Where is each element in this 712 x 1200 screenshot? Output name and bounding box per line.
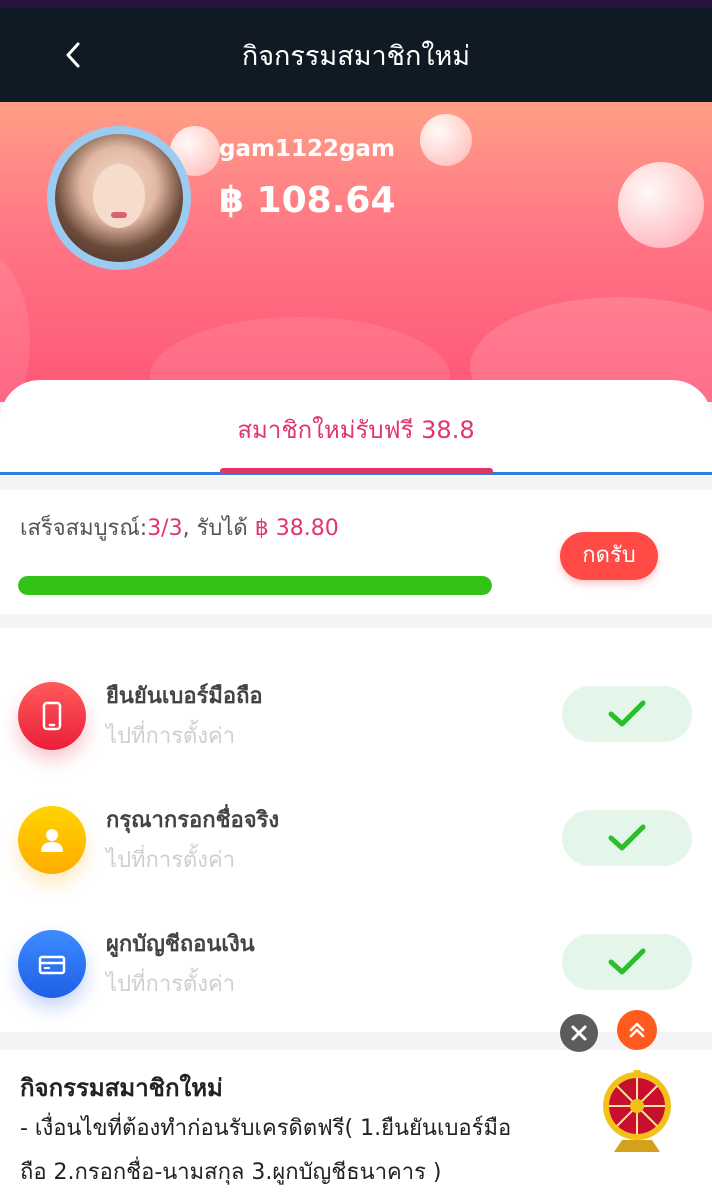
task-status-done[interactable]	[562, 686, 692, 742]
scroll-top-button[interactable]	[617, 1010, 657, 1050]
progress-bar-fill	[18, 576, 492, 595]
task-subtitle[interactable]: ไปที่การตั้งค่า	[106, 842, 235, 877]
task-list: ยืนยันเบอร์มือถือ ไปที่การตั้งค่า กรุณาก…	[0, 628, 712, 1032]
task-item-bind-account[interactable]: ผูกบัญชีถอนเงิน ไปที่การตั้งค่า	[0, 916, 712, 1040]
page-title: กิจกรรมสมาชิกใหม่	[241, 41, 471, 72]
task-status-done[interactable]	[562, 934, 692, 990]
avatar-image	[55, 134, 183, 262]
description-line: ถือ 2.กรอกชื่อ-นามสกุล 3.ผูกบัญชีธนาคาร …	[20, 1160, 442, 1185]
progress-text: เสร็จสมบูรณ์:3/3, รับได้ ฿ 38.80	[20, 516, 339, 541]
user-icon	[18, 806, 86, 874]
check-icon	[608, 948, 646, 975]
check-icon	[608, 824, 646, 851]
progress-bar	[18, 576, 492, 595]
decor-bubble	[420, 114, 472, 166]
progress-card: เสร็จสมบูรณ์:3/3, รับได้ ฿ 38.80 กดรับ	[0, 490, 712, 614]
tab-active-indicator	[220, 468, 493, 474]
close-button[interactable]	[560, 1014, 598, 1052]
task-subtitle[interactable]: ไปที่การตั้งค่า	[106, 966, 235, 1001]
tab-new-member[interactable]: สมาชิกใหม่รับฟรี 38.8	[0, 410, 712, 449]
task-title: ผูกบัญชีถอนเงิน	[106, 932, 255, 957]
task-title: ยืนยันเบอร์มือถือ	[106, 684, 263, 709]
close-icon	[571, 1025, 587, 1041]
avatar[interactable]	[47, 126, 191, 270]
double-chevron-up-icon	[629, 1022, 645, 1038]
description-line: - เงื่อนไขที่ต้องทำก่อนรับเครดิตฟรี( 1.ย…	[20, 1116, 512, 1141]
tab-bar: สมาชิกใหม่รับฟรี 38.8	[0, 380, 712, 476]
status-strip	[0, 0, 712, 8]
task-status-done[interactable]	[562, 810, 692, 866]
progress-count: 3/3	[147, 516, 183, 541]
check-icon	[608, 700, 646, 727]
lucky-wheel-icon	[603, 1069, 671, 1152]
reward-amount: ฿ 38.80	[254, 516, 339, 541]
phone-icon	[18, 682, 86, 750]
nav-bar: กิจกรรมสมาชิกใหม่	[0, 8, 712, 102]
card-icon	[18, 930, 86, 998]
task-subtitle[interactable]: ไปที่การตั้งค่า	[106, 718, 235, 753]
decor-bubble	[618, 162, 704, 248]
task-item-real-name[interactable]: กรุณากรอกชื่อจริง ไปที่การตั้งค่า	[0, 792, 712, 916]
task-title: กรุณากรอกชื่อจริง	[106, 808, 280, 833]
task-item-verify-phone[interactable]: ยืนยันเบอร์มือถือ ไปที่การตั้งค่า	[0, 668, 712, 792]
username: gam1122gam	[219, 136, 395, 162]
lucky-wheel-button[interactable]	[600, 1069, 674, 1154]
decor-blob	[0, 252, 30, 402]
balance: ฿ 108.64	[219, 180, 396, 221]
description-title: กิจกรรมสมาชิกใหม่	[20, 1074, 223, 1102]
claim-button[interactable]: กดรับ	[560, 532, 658, 580]
